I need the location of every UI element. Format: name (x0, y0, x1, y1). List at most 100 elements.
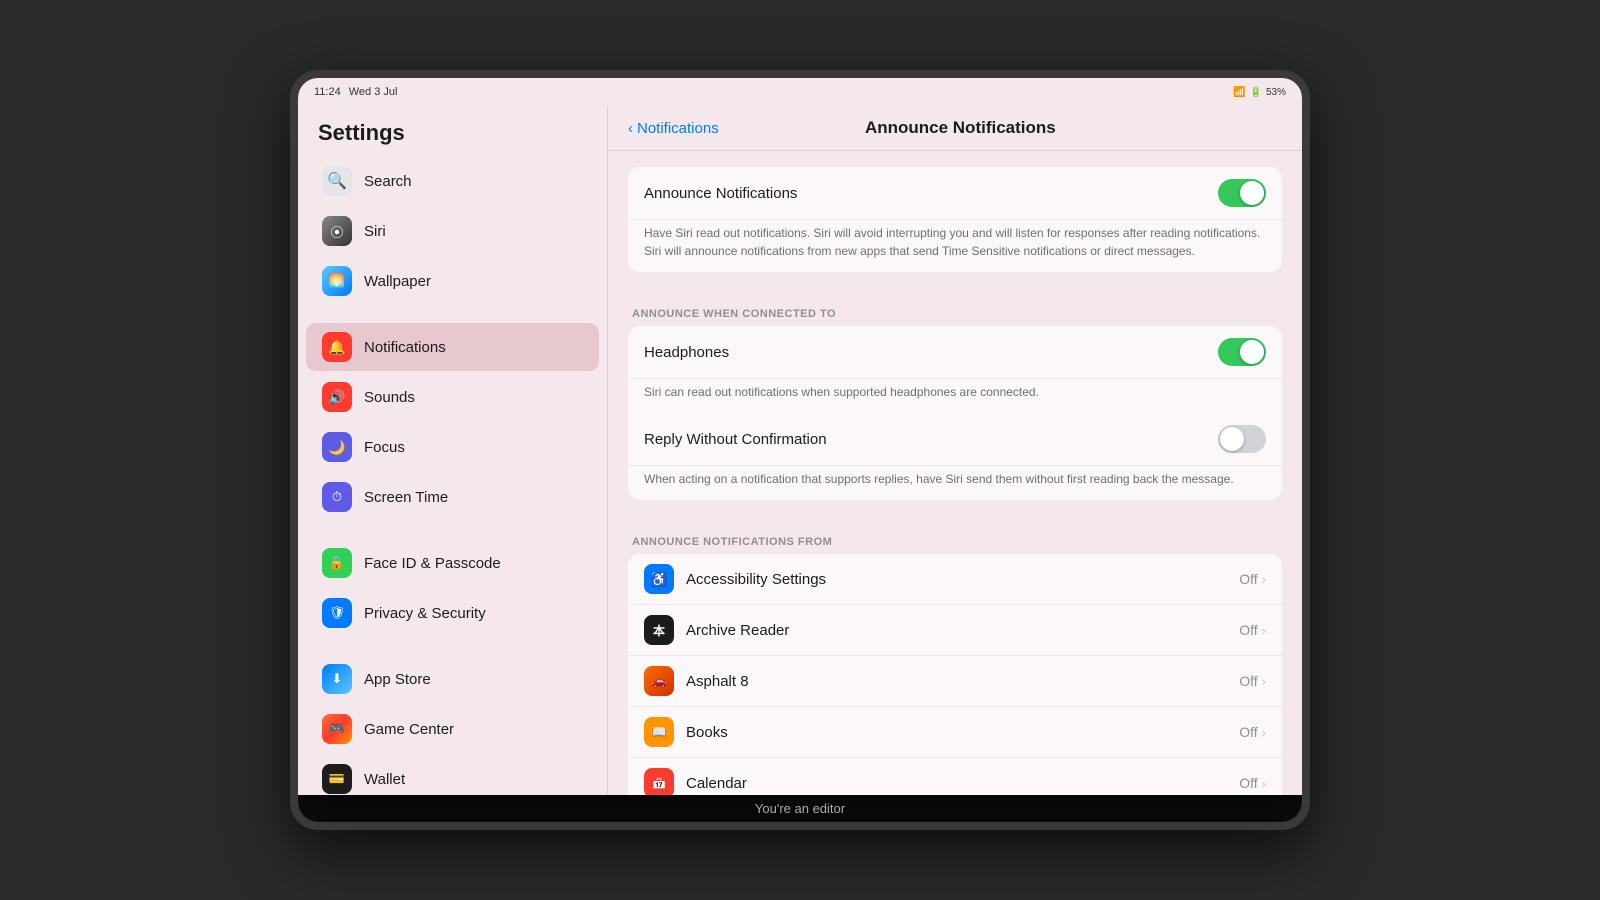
back-chevron-icon: ‹ (628, 120, 633, 137)
sidebar-label-gamecenter: Game Center (364, 721, 454, 738)
headphones-row[interactable]: Headphones (628, 326, 1282, 379)
announce-notifications-row[interactable]: Announce Notifications (628, 167, 1282, 220)
headphones-toggle[interactable] (1218, 338, 1266, 366)
wifi-icon: 📶 (1233, 87, 1245, 98)
gamecenter-icon: 🎮 (322, 714, 352, 744)
sidebar-label-faceid: Face ID & Passcode (364, 555, 501, 572)
faceid-icon: 🔒 (322, 548, 352, 578)
asphalt8-name: Asphalt 8 (686, 673, 1239, 690)
calendar-chevron-icon: › (1262, 776, 1266, 791)
announce-notifications-card: Announce Notifications Have Siri read ou… (628, 167, 1282, 272)
notifications-icon: 🔔 (322, 332, 352, 362)
search-icon: 🔍 (322, 166, 352, 196)
accessibility-icon: ♿ (644, 564, 674, 594)
sidebar-item-faceid[interactable]: 🔒 Face ID & Passcode (306, 539, 599, 587)
sidebar-title: Settings (298, 106, 607, 156)
status-date: Wed 3 Jul (349, 86, 398, 98)
nav-title: Announce Notifications (865, 118, 1056, 138)
app-row-calendar[interactable]: 📅 Calendar Off › (628, 758, 1282, 795)
bottom-bar: You're an editor (298, 795, 1302, 822)
sidebar-item-sounds[interactable]: 🔊 Sounds (306, 373, 599, 421)
archive-reader-chevron-icon: › (1262, 623, 1266, 638)
sidebar-label-wallet: Wallet (364, 771, 405, 788)
app-row-books[interactable]: 📖 Books Off › (628, 707, 1282, 758)
sidebar-label-appstore: App Store (364, 671, 431, 688)
announce-label: Announce Notifications (644, 185, 797, 202)
sidebar-label-privacy: Privacy & Security (364, 605, 486, 622)
archive-reader-status: Off (1239, 622, 1257, 638)
sidebar-item-siri[interactable]: ⦿ Siri (306, 207, 599, 255)
toggle-thumb-headphones (1240, 340, 1264, 364)
asphalt8-chevron-icon: › (1262, 674, 1266, 689)
reply-label: Reply Without Confirmation (644, 431, 827, 448)
asphalt8-icon: 🚗 (644, 666, 674, 696)
focus-icon: 🌙 (322, 432, 352, 462)
connected-card: Headphones Siri can read out notificatio… (628, 326, 1282, 500)
battery-percent: 53% (1266, 87, 1286, 98)
sidebar-item-wallpaper[interactable]: 🌅 Wallpaper (306, 257, 599, 305)
accessibility-chevron-icon: › (1262, 572, 1266, 587)
sidebar-label-focus: Focus (364, 439, 405, 456)
sidebar-item-wallet[interactable]: 💳 Wallet (306, 755, 599, 795)
app-row-accessibility[interactable]: ♿ Accessibility Settings Off › (628, 554, 1282, 605)
reply-toggle[interactable] (1218, 425, 1266, 453)
sidebar: Settings 🔍 Search ⦿ Siri 🌅 Wallpaper (298, 106, 608, 795)
sidebar-item-search[interactable]: 🔍 Search (306, 157, 599, 205)
calendar-status: Off (1239, 775, 1257, 791)
books-name: Books (686, 724, 1239, 741)
sidebar-item-notifications[interactable]: 🔔 Notifications (306, 323, 599, 371)
content-area: Announce Notifications Have Siri read ou… (608, 151, 1302, 795)
toggle-thumb (1240, 181, 1264, 205)
battery-icon: 🔋 (1250, 87, 1262, 98)
appstore-icon: ⬇ (322, 664, 352, 694)
nav-back-button[interactable]: ‹ Notifications (628, 120, 719, 137)
sidebar-label-search: Search (364, 173, 412, 190)
sidebar-label-sounds: Sounds (364, 389, 415, 406)
reply-description: When acting on a notification that suppo… (628, 466, 1282, 500)
sidebar-label-wallpaper: Wallpaper (364, 273, 431, 290)
calendar-name: Calendar (686, 775, 1239, 792)
screentime-icon: ⏱ (322, 482, 352, 512)
asphalt8-status: Off (1239, 673, 1257, 689)
sidebar-label-siri: Siri (364, 223, 386, 240)
connected-section-header: ANNOUNCE WHEN CONNECTED TO (628, 292, 1282, 326)
sidebar-item-screentime[interactable]: ⏱ Screen Time (306, 473, 599, 521)
apps-section-header: ANNOUNCE NOTIFICATIONS FROM (628, 520, 1282, 554)
calendar-icon: 📅 (644, 768, 674, 795)
tablet-frame: 11:24 Wed 3 Jul 📶 🔋 53% Settings 🔍 Searc… (290, 70, 1310, 830)
announce-notifications-toggle[interactable] (1218, 179, 1266, 207)
status-right: 📶 🔋 53% (1233, 87, 1286, 98)
main-content: ‹ Notifications Announce Notifications A… (608, 106, 1302, 795)
status-time: 11:24 (314, 86, 341, 98)
nav-back-label: Notifications (637, 120, 719, 137)
books-chevron-icon: › (1262, 725, 1266, 740)
status-bar: 11:24 Wed 3 Jul 📶 🔋 53% (298, 78, 1302, 106)
bottom-bar-text: You're an editor (755, 801, 845, 816)
headphones-description: Siri can read out notifications when sup… (628, 379, 1282, 413)
nav-bar: ‹ Notifications Announce Notifications (608, 106, 1302, 151)
privacy-icon: 🛡 (322, 598, 352, 628)
sidebar-item-privacy[interactable]: 🛡 Privacy & Security (306, 589, 599, 637)
toggle-thumb-reply (1220, 427, 1244, 451)
sounds-icon: 🔊 (322, 382, 352, 412)
apps-list-card: ♿ Accessibility Settings Off › 本 Archive… (628, 554, 1282, 795)
tablet-content: Settings 🔍 Search ⦿ Siri 🌅 Wallpaper (298, 106, 1302, 795)
app-row-asphalt8[interactable]: 🚗 Asphalt 8 Off › (628, 656, 1282, 707)
app-row-archive-reader[interactable]: 本 Archive Reader Off › (628, 605, 1282, 656)
sidebar-label-screentime: Screen Time (364, 489, 448, 506)
wallpaper-icon: 🌅 (322, 266, 352, 296)
sidebar-item-gamecenter[interactable]: 🎮 Game Center (306, 705, 599, 753)
sidebar-label-notifications: Notifications (364, 339, 446, 356)
sidebar-item-appstore[interactable]: ⬇ App Store (306, 655, 599, 703)
headphones-label: Headphones (644, 344, 729, 361)
books-icon: 📖 (644, 717, 674, 747)
sidebar-item-focus[interactable]: 🌙 Focus (306, 423, 599, 471)
reply-confirmation-row[interactable]: Reply Without Confirmation (628, 413, 1282, 466)
status-left: 11:24 Wed 3 Jul (314, 86, 397, 98)
wallet-icon: 💳 (322, 764, 352, 794)
books-status: Off (1239, 724, 1257, 740)
archive-reader-icon: 本 (644, 615, 674, 645)
accessibility-status: Off (1239, 571, 1257, 587)
announce-description: Have Siri read out notifications. Siri w… (628, 220, 1282, 272)
archive-reader-name: Archive Reader (686, 622, 1239, 639)
